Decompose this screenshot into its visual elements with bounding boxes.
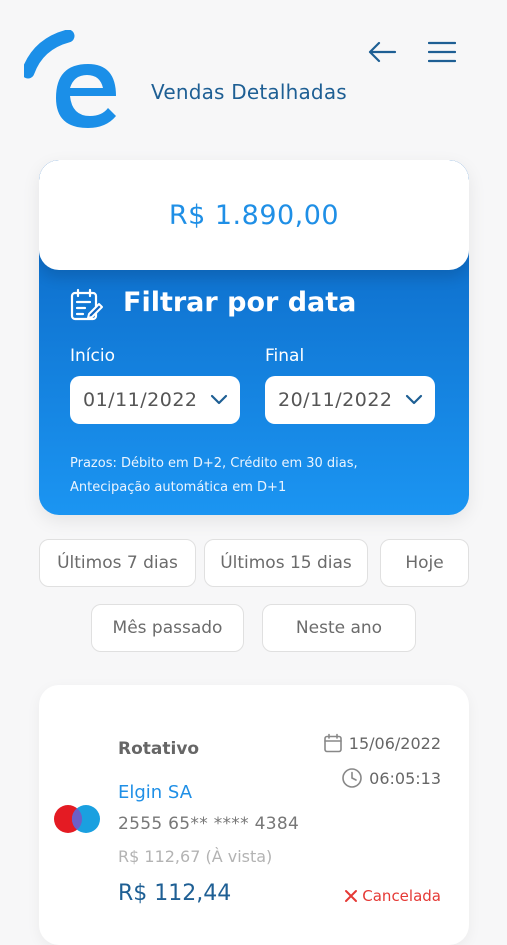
start-date-label: Início <box>70 346 115 366</box>
transaction-time: 06:05:13 <box>341 767 441 789</box>
calendar-icon <box>323 733 342 753</box>
status-badge: Cancelada <box>344 887 441 905</box>
calendar-edit-icon <box>70 288 104 322</box>
chip-this-year[interactable]: Neste ano <box>262 604 416 652</box>
settlement-note: Prazos: Débito em D+2, Crédito em 30 dia… <box>70 452 450 500</box>
chevron-down-icon <box>405 394 423 405</box>
status-label: Cancelada <box>362 887 441 905</box>
transaction-amount: R$ 112,44 <box>118 881 232 906</box>
merchant-name: Elgin SA <box>118 782 193 803</box>
chip-last-7-days[interactable]: Últimos 7 dias <box>39 539 196 587</box>
start-date-value: 01/11/2022 <box>83 389 198 411</box>
back-button[interactable] <box>364 34 400 70</box>
transaction-date-value: 15/06/2022 <box>348 733 441 753</box>
arrow-left-icon <box>368 41 397 63</box>
chip-last-15-days[interactable]: Últimos 15 dias <box>204 539 368 587</box>
maestro-card-icon <box>51 803 105 847</box>
end-date-value: 20/11/2022 <box>278 389 393 411</box>
page-title: Vendas Detalhadas <box>151 80 347 104</box>
card-number: 2555 65** **** 4384 <box>118 814 300 834</box>
end-date-select[interactable]: 20/11/2022 <box>265 376 435 424</box>
elgin-logo <box>21 29 124 130</box>
close-icon <box>345 890 358 902</box>
start-date-select[interactable]: 01/11/2022 <box>70 376 240 424</box>
transaction-date: 15/06/2022 <box>323 733 441 753</box>
transaction-card[interactable]: Rotativo Elgin SA 2555 65** **** 4384 R$… <box>39 685 469 945</box>
installment-info: R$ 112,67 (À vista) <box>118 847 273 866</box>
chevron-down-icon <box>210 394 228 405</box>
transaction-type: Rotativo <box>118 739 200 759</box>
settlement-note-line: Prazos: Débito em D+2, Crédito em 30 dia… <box>70 456 358 471</box>
hamburger-menu-icon <box>428 41 456 63</box>
filter-title: Filtrar por data <box>123 287 357 318</box>
menu-button[interactable] <box>422 34 462 70</box>
chip-last-month[interactable]: Mês passado <box>91 604 244 652</box>
transaction-time-value: 06:05:13 <box>369 768 441 788</box>
end-date-label: Final <box>265 346 305 366</box>
clock-icon <box>342 768 362 788</box>
balance-box: R$ 1.890,00 <box>39 160 469 270</box>
date-filter-card: R$ 1.890,00 Filtrar por data Início 01/1… <box>39 160 469 515</box>
settlement-note-line: Antecipação automática em D+1 <box>70 480 287 495</box>
chip-today[interactable]: Hoje <box>380 539 469 587</box>
balance-value: R$ 1.890,00 <box>168 199 340 231</box>
